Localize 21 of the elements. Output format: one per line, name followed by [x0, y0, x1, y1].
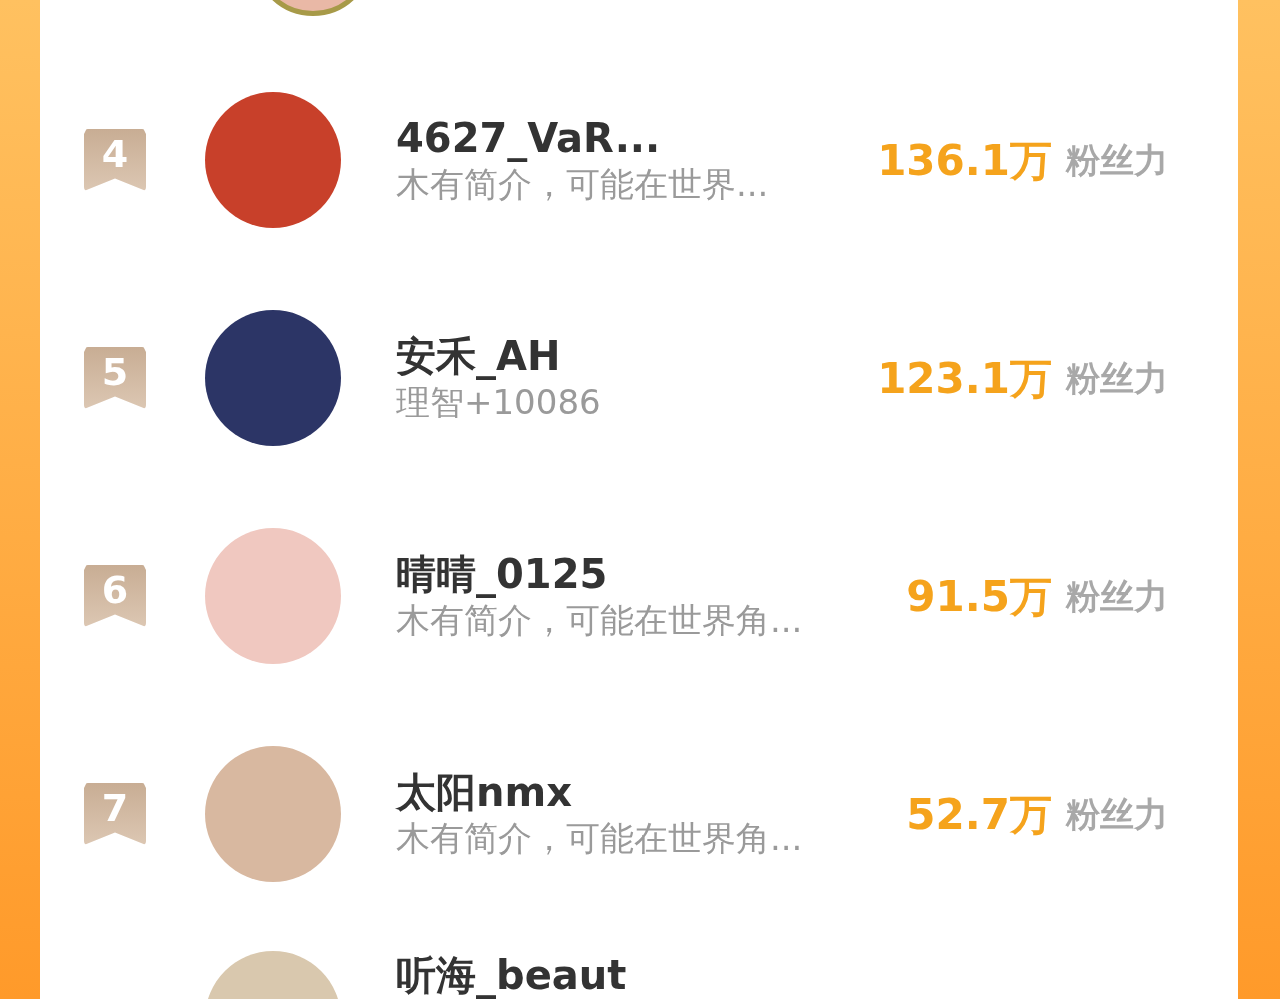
fan-count: 52.7万 — [906, 788, 1052, 841]
fan-label: 粉丝力 — [1066, 792, 1168, 836]
user-bio: 木有简介，可能在世界... — [396, 162, 770, 206]
rank-badge: 4 — [84, 129, 146, 191]
fan-label: 粉丝力 — [1066, 138, 1168, 182]
fan-label: 粉丝力 — [1066, 356, 1168, 400]
user-bio: 木有简介，可能在世界角... — [396, 816, 804, 860]
user-name[interactable]: 4627_VaR... — [396, 113, 866, 162]
user-bio: 木有简介，可能在世界角... — [396, 598, 804, 642]
user-bio: 理智+10086 — [396, 380, 602, 424]
rank-badge: 6 — [84, 565, 146, 627]
fan-count: 91.5万 — [906, 570, 1052, 623]
user-name[interactable]: 安禾_AH — [396, 331, 866, 380]
user-name[interactable]: 太阳nmx — [396, 767, 866, 816]
fan-count: 136.1万 — [877, 134, 1052, 187]
fan-label: 粉丝力 — [1066, 574, 1168, 618]
fan-count: 123.1万 — [877, 352, 1052, 405]
user-name[interactable]: 晴晴_0125 — [396, 549, 866, 598]
user-name[interactable]: 听海_beaut — [396, 951, 866, 999]
rank-badge: 5 — [84, 347, 146, 409]
rank-badge: 7 — [84, 783, 146, 845]
